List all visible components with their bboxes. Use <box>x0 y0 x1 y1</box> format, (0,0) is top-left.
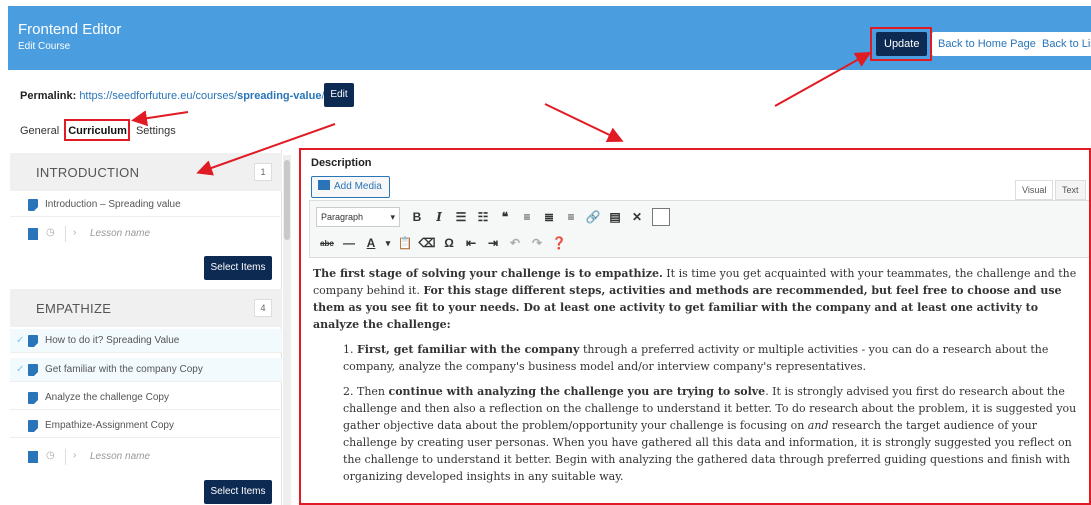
select-items-button[interactable]: Select Items <box>204 480 272 504</box>
new-lesson-row[interactable]: ◷ › Lesson name <box>10 222 282 246</box>
permalink: Permalink: https://seedforfuture.eu/cour… <box>20 90 325 102</box>
arrow-to-curriculum <box>131 110 189 127</box>
divider <box>65 226 66 242</box>
section-count: 1 <box>254 163 272 181</box>
permalink-label: Permalink: <box>20 90 77 102</box>
tab-general[interactable]: General <box>20 125 59 137</box>
clock-icon[interactable]: ◷ <box>46 450 55 461</box>
editor-highlight <box>299 148 1091 505</box>
lesson-icon <box>28 199 38 211</box>
lesson-label: Empathize-Assignment Copy <box>45 420 174 431</box>
header-subtitle: Edit Course <box>18 41 71 52</box>
scrollbar-thumb[interactable] <box>284 160 290 240</box>
chevron-right-icon: › <box>73 227 77 238</box>
lesson-icon <box>28 335 38 347</box>
divider <box>65 449 66 465</box>
lesson-icon <box>28 392 38 404</box>
lesson-type-icon[interactable] <box>28 451 38 463</box>
lesson-label: Get familiar with the company Copy <box>45 364 203 375</box>
permalink-url[interactable]: https://seedforfuture.eu/courses/ <box>79 90 237 102</box>
update-highlight <box>870 27 932 61</box>
back-to-home-button[interactable]: Back to Home Page <box>932 32 1042 56</box>
list-item[interactable]: Analyze the challenge Copy <box>10 386 282 410</box>
check-icon: ✓ <box>16 364 25 375</box>
lesson-type-icon[interactable] <box>28 228 38 240</box>
header-title: Frontend Editor <box>18 21 122 38</box>
lesson-name-placeholder[interactable]: Lesson name <box>90 451 150 462</box>
section-name: INTRODUCTION <box>36 165 140 180</box>
permalink-slug[interactable]: spreading-value <box>237 90 321 102</box>
list-item[interactable]: Empathize-Assignment Copy <box>10 414 282 438</box>
edit-permalink-button[interactable]: Edit <box>324 83 354 107</box>
list-item[interactable]: ✓ Get familiar with the company Copy <box>10 358 282 382</box>
section-header[interactable]: INTRODUCTION 1 <box>10 153 282 191</box>
lesson-label: How to do it? Spreading Value <box>45 335 180 346</box>
section-count: 4 <box>254 299 272 317</box>
list-item[interactable]: Introduction – Spreading value <box>10 193 282 217</box>
lesson-name-placeholder[interactable]: Lesson name <box>90 228 150 239</box>
curriculum-tab-highlight <box>64 119 130 141</box>
section-name: EMPATHIZE <box>36 301 112 316</box>
lesson-label: Introduction – Spreading value <box>45 199 181 210</box>
sidebar-scrollbar[interactable] <box>283 155 291 505</box>
lesson-icon <box>28 364 38 376</box>
select-items-button[interactable]: Select Items <box>204 256 272 280</box>
new-lesson-row[interactable]: ◷ › Lesson name <box>10 445 282 469</box>
clock-icon[interactable]: ◷ <box>46 227 55 238</box>
tab-settings[interactable]: Settings <box>136 125 176 137</box>
lesson-label: Analyze the challenge Copy <box>45 392 169 403</box>
back-to-list-button[interactable]: Back to List <box>1036 32 1091 56</box>
section-header[interactable]: EMPATHIZE 4 <box>10 289 282 327</box>
assignment-icon <box>28 420 38 432</box>
check-icon: ✓ <box>16 335 25 346</box>
chevron-right-icon: › <box>73 450 77 461</box>
list-item[interactable]: ✓ How to do it? Spreading Value <box>10 329 282 353</box>
arrow-to-editor <box>544 103 624 143</box>
